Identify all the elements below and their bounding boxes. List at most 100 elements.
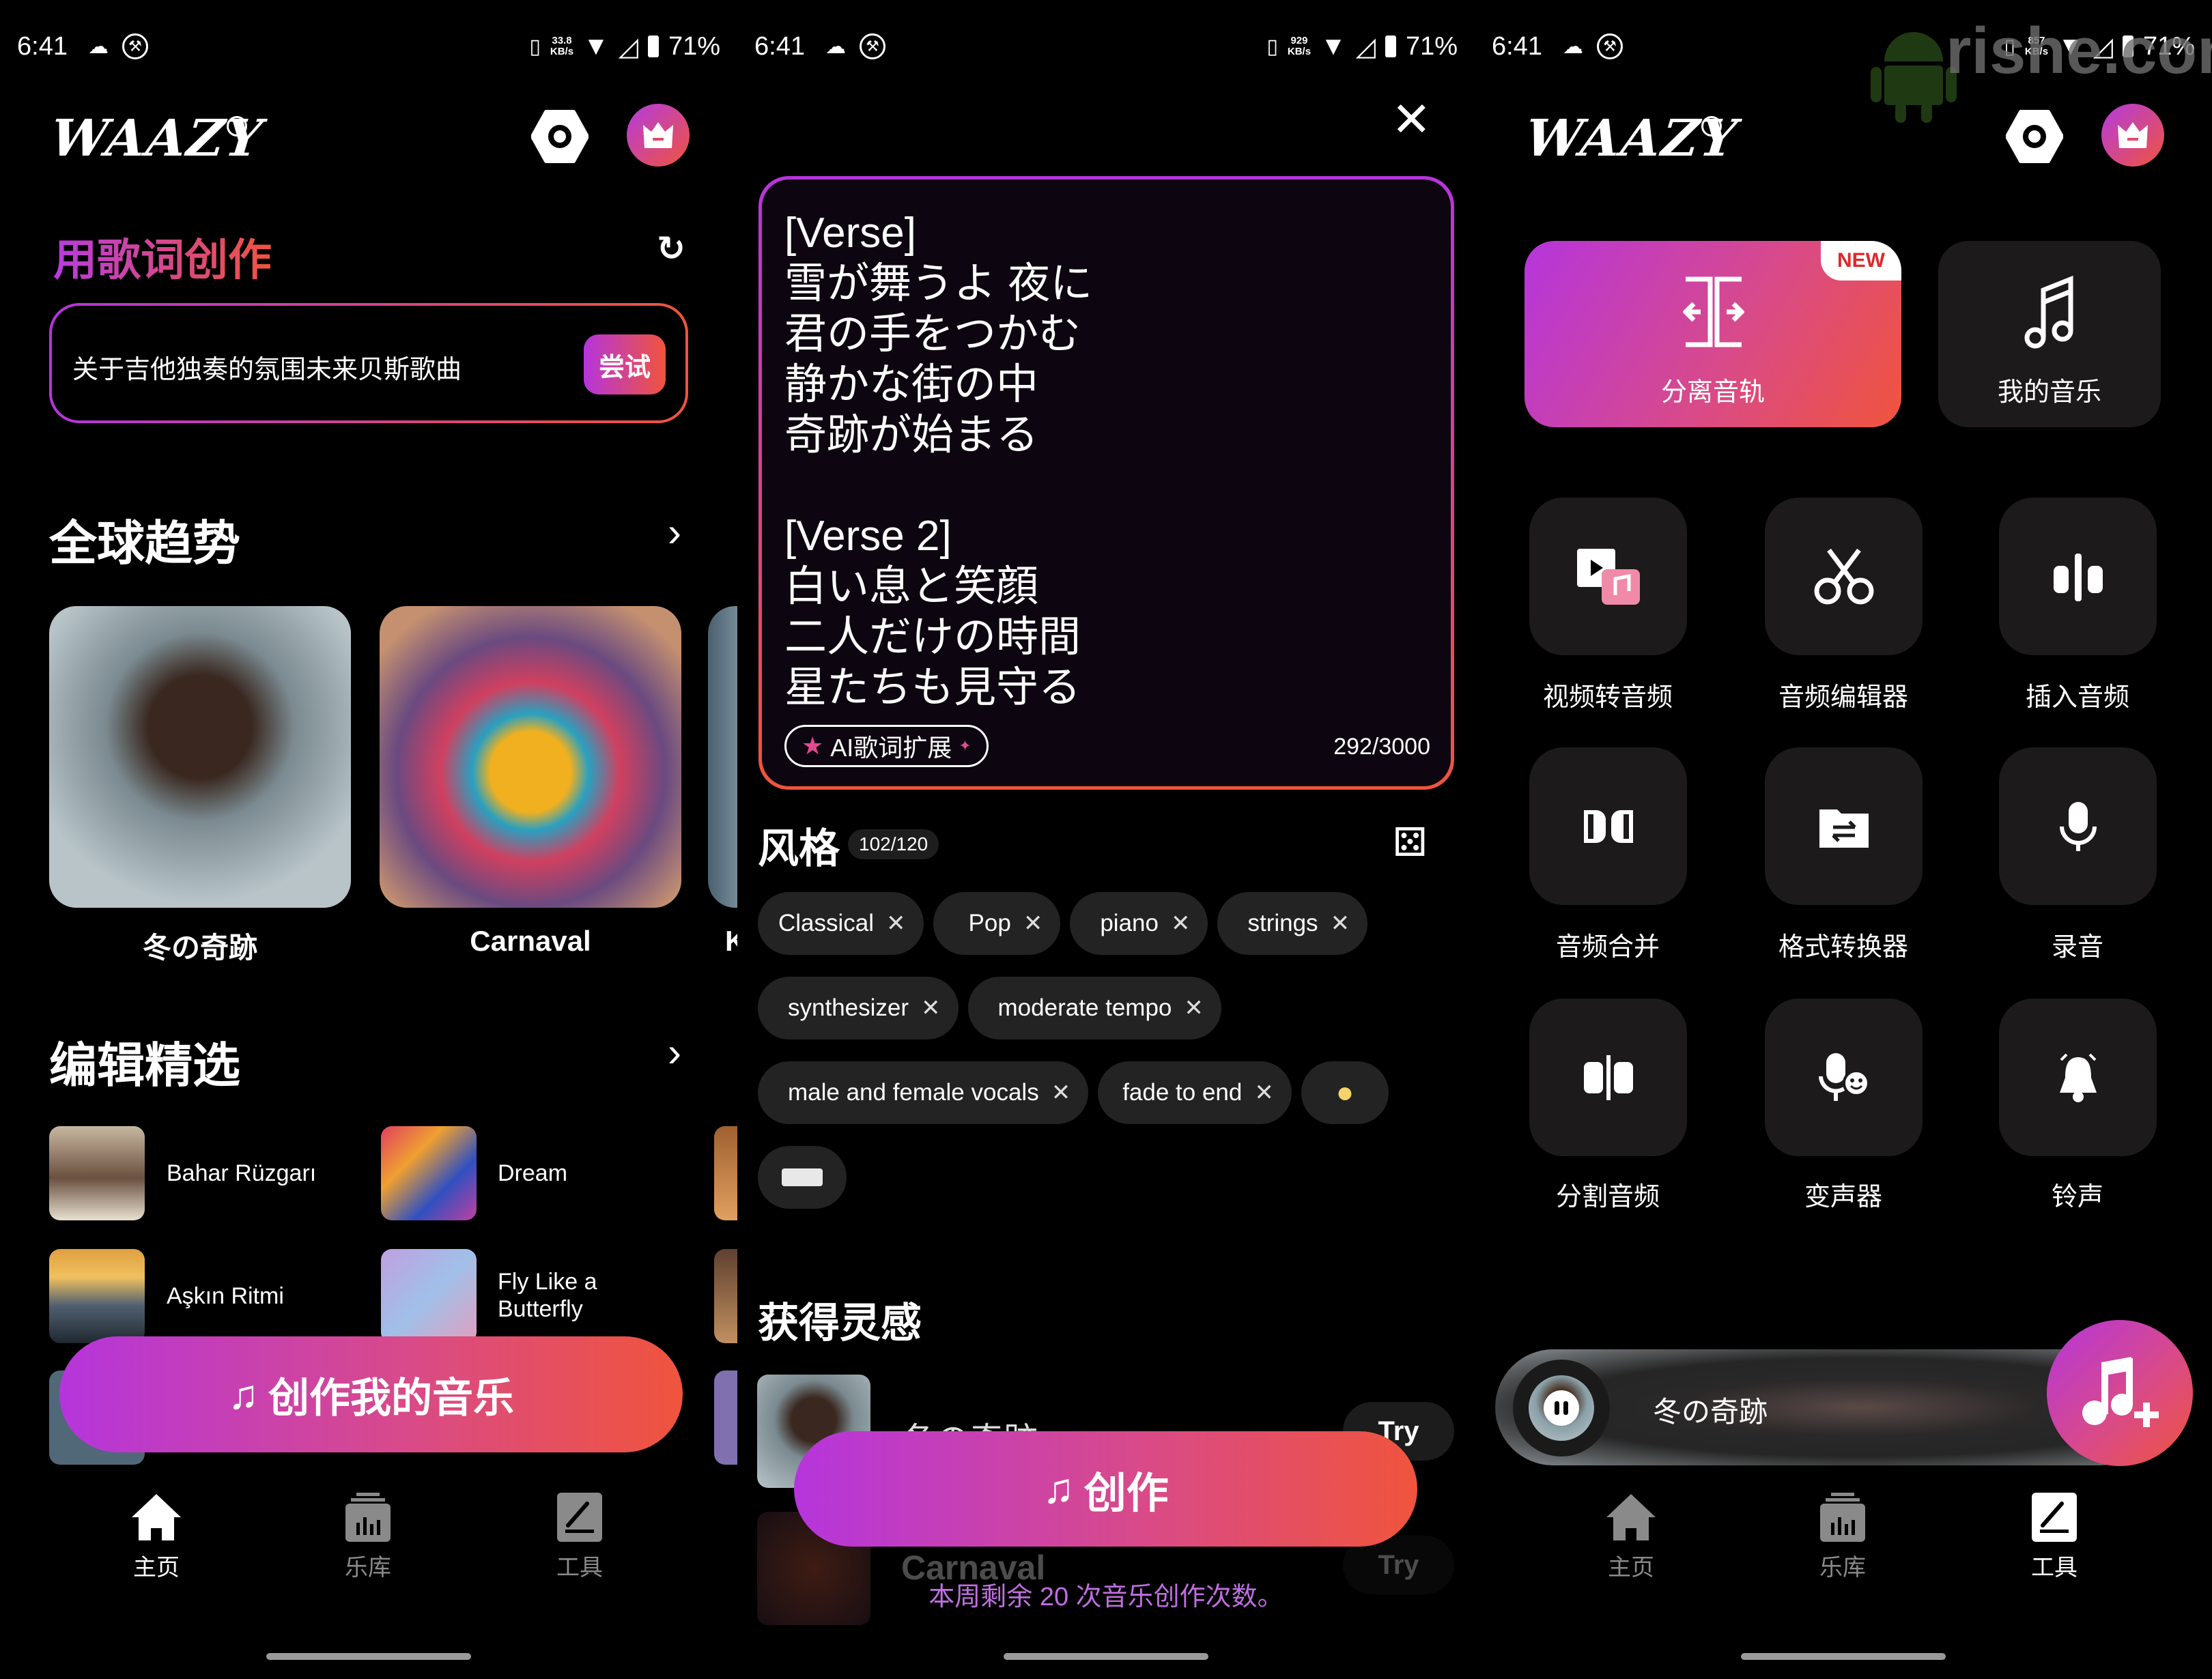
nav-tools[interactable]: 工具	[2000, 1491, 2109, 1582]
pick-title[interactable]: Aşkın Ritmi	[167, 1283, 284, 1310]
lyric-line: 奇跡が始まる	[784, 412, 1039, 459]
home-indicator[interactable]	[266, 1653, 471, 1660]
style-tag[interactable]: piano ✕	[1070, 892, 1208, 955]
style-tag[interactable]: synthesizer ✕	[758, 977, 959, 1039]
stem-separation-card[interactable]: NEW 分离音轨	[1525, 241, 1901, 427]
my-music-label: 我的音乐	[1997, 378, 2101, 407]
lyric-line: 二人だけの時間	[784, 614, 1081, 661]
pause-icon	[1544, 1390, 1579, 1426]
tool-voice-changer[interactable]	[1765, 999, 1923, 1156]
lyrics-text[interactable]: [Verse] 雪が舞うよ 夜に 君の手をつかむ 静かな街の中 奇跡が始まる […	[784, 208, 1092, 713]
trending-card-image[interactable]	[380, 606, 681, 908]
try-button[interactable]: 尝试	[584, 334, 666, 394]
dice-icon[interactable]: ⚄	[1393, 819, 1427, 865]
trending-title-item[interactable]: 冬の奇跡	[49, 925, 351, 966]
home-indicator[interactable]	[1004, 1653, 1208, 1660]
remove-tag-icon[interactable]: ✕	[886, 910, 906, 937]
custom-tag-keyboard-button[interactable]	[758, 1146, 847, 1209]
remove-tag-icon[interactable]: ✕	[1023, 910, 1043, 937]
create-screen: 6:41 ☁ ⚒ ▯ 929 KB/s ▼ ◿ 71% ✕ [Verse] 雪が舞…	[737, 0, 1475, 1679]
tool-record[interactable]	[1999, 747, 2157, 905]
lyrics-editor[interactable]: [Verse] 雪が舞うよ 夜に 君の手をつかむ 静かな街の中 奇跡が始まる […	[758, 176, 1454, 790]
nav-label: 主页	[1608, 1555, 1654, 1581]
prompt-box[interactable]: 关于吉他独奏的氛围未来贝斯歌曲 尝试	[49, 303, 688, 423]
settings-icon[interactable]	[2006, 108, 2063, 165]
remove-tag-icon[interactable]: ✕	[1331, 910, 1350, 937]
nav-home[interactable]: 主页	[1576, 1491, 1686, 1582]
ai-lyrics-expand-button[interactable]: ★ AI歌词扩展 ✦	[784, 725, 989, 767]
remove-tag-icon[interactable]: ✕	[1184, 994, 1204, 1022]
pick-title[interactable]: Dream	[498, 1160, 567, 1187]
tool-format-converter[interactable]	[1765, 747, 1923, 905]
trending-title-item[interactable]: Carnaval	[380, 925, 681, 958]
suggest-tags-button[interactable]: ●	[1301, 1061, 1389, 1124]
trending-title-item[interactable]: K	[725, 925, 737, 958]
new-badge: NEW	[1821, 241, 1901, 281]
info-icon[interactable]: i	[1701, 116, 1722, 137]
remove-tag-icon[interactable]: ✕	[1254, 1079, 1274, 1106]
battery-level: 71%	[668, 31, 720, 61]
close-icon[interactable]: ✕	[1391, 96, 1432, 143]
nav-tools[interactable]: 工具	[525, 1491, 634, 1582]
home-indicator[interactable]	[1741, 1653, 1946, 1660]
signal-icon: ◿	[618, 32, 638, 61]
pause-button[interactable]	[1529, 1375, 1594, 1441]
wrench-icon: ⚒	[859, 33, 885, 59]
home-icon	[132, 1494, 181, 1540]
create-label: 创作	[1083, 1469, 1169, 1517]
nav-home[interactable]: 主页	[102, 1491, 211, 1582]
create-music-fab[interactable]	[2047, 1320, 2193, 1466]
pick-title[interactable]: Bahar Rüzgarı	[167, 1160, 316, 1187]
premium-crown-button[interactable]	[2101, 104, 2164, 167]
remove-tag-icon[interactable]: ✕	[921, 994, 941, 1022]
ai-expand-label: AI歌词扩展	[830, 734, 952, 762]
style-tag[interactable]: moderate tempo ✕	[967, 977, 1221, 1039]
pick-thumbnail[interactable]	[714, 1249, 737, 1343]
my-music-card[interactable]: 我的音乐	[1938, 241, 2161, 427]
tool-ringtone[interactable]	[1999, 999, 2157, 1156]
chevron-right-icon[interactable]: ›	[668, 508, 681, 556]
tool-split-audio[interactable]	[1529, 999, 1687, 1156]
create-my-music-button[interactable]: ♫ 创作我的音乐	[59, 1336, 683, 1452]
style-tag[interactable]: Pop ✕	[933, 892, 1061, 955]
music-add-icon	[2082, 1357, 2159, 1427]
tools-icon	[557, 1493, 602, 1542]
lyric-line: 白い息と笑顔	[784, 563, 1039, 610]
tag-label: Classical	[778, 910, 875, 936]
pick-thumbnail[interactable]	[381, 1126, 477, 1220]
style-tag[interactable]: Classical ✕	[758, 892, 924, 955]
tool-video-to-audio[interactable]	[1529, 498, 1687, 655]
lightbulb-icon: ●	[1335, 1076, 1355, 1109]
merge-audio-icon	[1583, 809, 1633, 843]
tool-insert-audio[interactable]	[1999, 498, 2157, 655]
pick-thumbnail[interactable]	[714, 1126, 737, 1220]
tool-audio-editor[interactable]	[1765, 498, 1923, 655]
pick-thumbnail[interactable]	[49, 1249, 145, 1343]
nav-library[interactable]: 乐库	[313, 1491, 423, 1582]
style-tag[interactable]: male and female vocals ✕	[758, 1061, 1089, 1124]
remove-tag-icon[interactable]: ✕	[1171, 910, 1191, 937]
premium-crown-button[interactable]	[627, 104, 690, 167]
style-tag[interactable]: strings ✕	[1217, 892, 1368, 955]
pick-thumbnail[interactable]	[381, 1249, 477, 1343]
tool-label: 音频合并	[1555, 933, 1660, 962]
pick-thumbnail[interactable]	[714, 1371, 737, 1465]
info-icon[interactable]: i	[227, 116, 247, 137]
create-button[interactable]: ♫ 创作	[794, 1431, 1417, 1547]
remove-tag-icon[interactable]: ✕	[1051, 1079, 1071, 1106]
tool-merge-audio[interactable]	[1529, 747, 1687, 905]
split-audio-icon	[1583, 1054, 1633, 1100]
trending-card-image[interactable]	[49, 606, 351, 908]
inspiration-title: 获得灵感	[758, 1300, 922, 1346]
tool-label: 变声器	[1804, 1183, 1882, 1211]
settings-icon[interactable]	[531, 108, 589, 165]
refresh-icon[interactable]: ↻	[657, 229, 685, 268]
pick-title[interactable]: Fly Like a Butterfly	[498, 1268, 634, 1323]
lyrics-create-title: 用歌词创作	[53, 225, 272, 288]
pick-thumbnail[interactable]	[49, 1126, 145, 1220]
trending-card-image[interactable]	[708, 606, 737, 908]
chevron-right-icon[interactable]: ›	[668, 1029, 681, 1076]
style-tag[interactable]: fade to end ✕	[1098, 1061, 1292, 1124]
tools-icon	[2032, 1493, 2077, 1542]
nav-library[interactable]: 乐库	[1788, 1491, 1897, 1582]
